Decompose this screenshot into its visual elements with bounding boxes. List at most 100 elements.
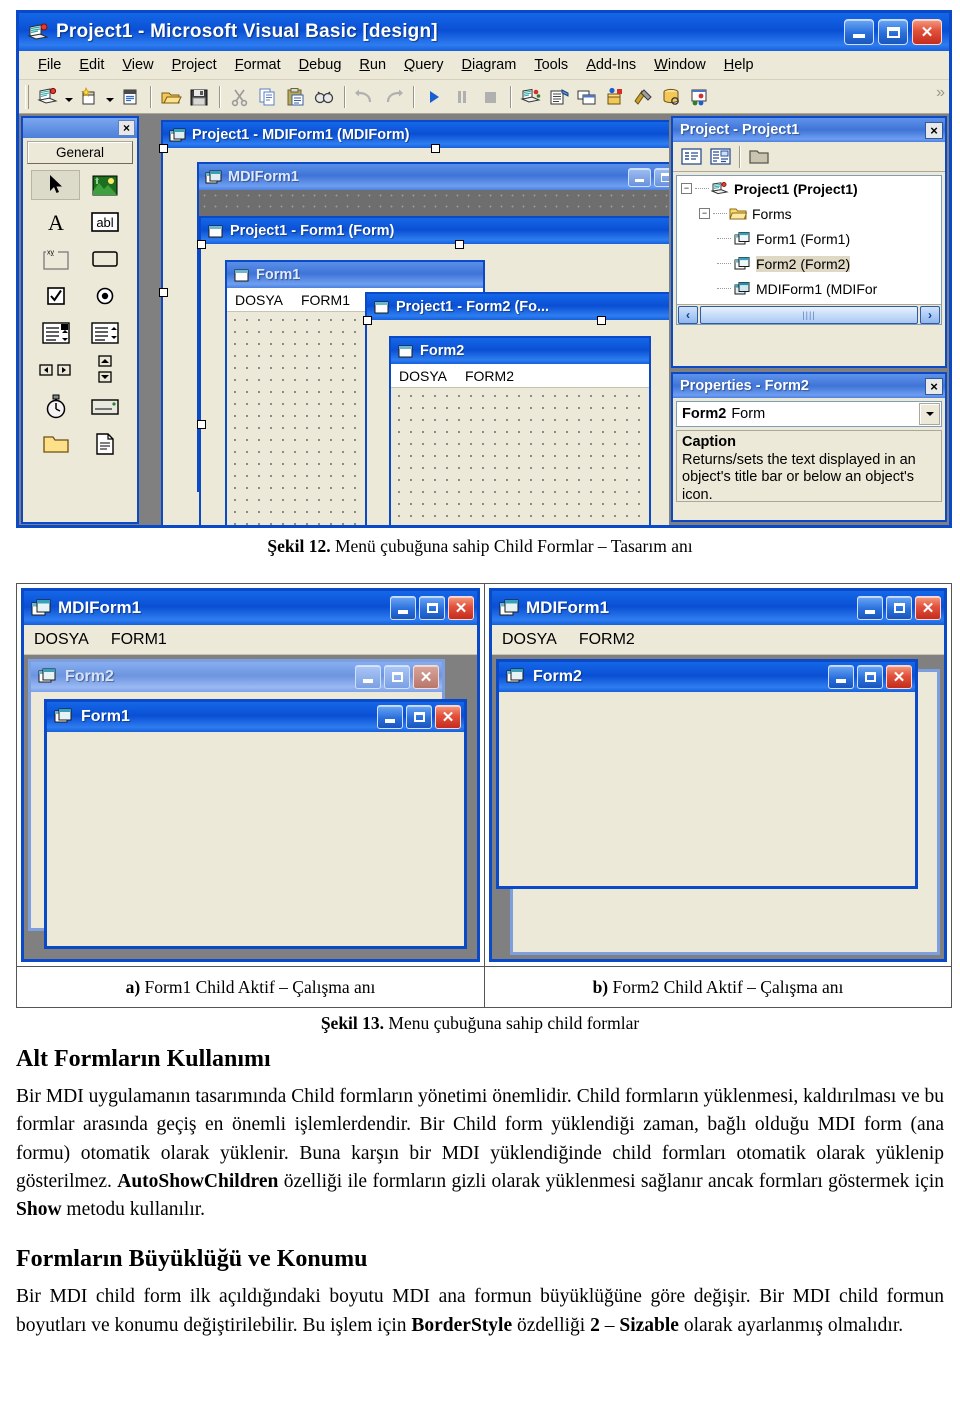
undo-icon[interactable]	[352, 84, 378, 110]
toolbox-icon[interactable]	[630, 84, 656, 110]
minimize-icon[interactable]	[857, 596, 883, 620]
vscrollbar-icon[interactable]	[80, 355, 129, 385]
close-icon[interactable]: ×	[925, 377, 943, 395]
toolbar-grip[interactable]	[25, 84, 29, 109]
combobox-icon[interactable]	[31, 318, 80, 348]
maximize-icon[interactable]	[886, 596, 912, 620]
form2-menu-item-form2[interactable]: FORM2	[465, 368, 514, 384]
minimize-icon[interactable]	[377, 705, 403, 729]
form-layout-icon[interactable]	[574, 84, 600, 110]
menu-item-window[interactable]: Window	[645, 57, 715, 73]
maximize-icon[interactable]	[878, 19, 908, 45]
menu-item-file[interactable]: File	[29, 57, 70, 73]
mdi-left-menu-item-dosya[interactable]: DOSYA	[34, 631, 89, 649]
view-object-icon[interactable]	[707, 145, 733, 169]
tree-item[interactable]: Form2 (Form2)	[677, 251, 941, 276]
object-selector-combo[interactable]: Form2 Form	[676, 401, 942, 427]
add-project-icon[interactable]	[35, 84, 61, 110]
mdi-right-menu-item-dosya[interactable]: DOSYA	[502, 631, 557, 649]
child-window-front-right[interactable]: Form2 ✕	[496, 659, 918, 889]
close-icon[interactable]: ✕	[435, 705, 461, 729]
minimize-icon[interactable]	[844, 19, 874, 45]
picturebox-icon[interactable]	[80, 170, 129, 200]
close-icon[interactable]: ✕	[915, 596, 941, 620]
form1-menu-item-form1[interactable]: FORM1	[301, 292, 350, 308]
filelistbox-icon[interactable]	[80, 429, 129, 459]
timer-icon[interactable]	[31, 392, 80, 422]
add-form-icon[interactable]	[76, 84, 102, 110]
add-project-dropdown-icon[interactable]	[63, 85, 74, 109]
close-icon[interactable]: ✕	[413, 665, 439, 689]
optionbutton-icon[interactable]	[80, 281, 129, 311]
maximize-icon[interactable]	[654, 167, 669, 187]
menu-item-project[interactable]: Project	[163, 57, 226, 73]
minimize-icon[interactable]	[390, 596, 416, 620]
menu-item-query[interactable]: Query	[395, 57, 453, 73]
hscrollbar-icon[interactable]	[31, 355, 80, 385]
menu-item-format[interactable]: Format	[226, 57, 290, 73]
scroll-right-button[interactable]: ›	[920, 305, 940, 324]
mdiform1-runtime-window-left[interactable]: MDIForm1 ✕ DOSYA FORM1 Form2 ✕ Form1 ✕	[21, 588, 480, 962]
object-browser-icon[interactable]	[602, 84, 628, 110]
label-icon[interactable]: A	[31, 207, 80, 237]
visual-component-manager-icon[interactable]	[686, 84, 712, 110]
copy-icon[interactable]	[255, 84, 281, 110]
menu-item-diagram[interactable]: Diagram	[453, 57, 526, 73]
form2-designer-window[interactable]: Project1 - Form2 (Fo... Form2 DOSYA FORM…	[363, 292, 669, 525]
toggle-folders-icon[interactable]	[746, 145, 772, 169]
close-icon[interactable]: ×	[925, 121, 943, 139]
close-icon[interactable]: ✕	[886, 665, 912, 689]
mdiform1-runtime-window-right[interactable]: MDIForm1 ✕ DOSYA FORM2 Form2 ✕	[489, 588, 947, 962]
minimize-icon[interactable]	[828, 665, 854, 689]
minimize-icon[interactable]	[355, 665, 381, 689]
menu-item-tools[interactable]: Tools	[525, 57, 577, 73]
tree-item[interactable]: − Project1 (Project1)	[677, 176, 941, 201]
toolbar-overflow-icon[interactable]: »	[936, 84, 945, 102]
data-view-icon[interactable]	[658, 84, 684, 110]
commandbutton-icon[interactable]	[80, 244, 129, 274]
tree-item[interactable]: Form1 (Form1)	[677, 226, 941, 251]
menu-item-view[interactable]: View	[113, 57, 162, 73]
end-icon[interactable]	[477, 84, 503, 110]
save-project-icon[interactable]	[186, 84, 212, 110]
project-tree-hscrollbar[interactable]: ‹ |||| ›	[677, 304, 941, 324]
form2-design-surface[interactable]	[391, 388, 649, 525]
dirlistbox-icon[interactable]	[31, 429, 80, 459]
menu-item-help[interactable]: Help	[715, 57, 763, 73]
tree-expander-icon[interactable]: −	[681, 183, 692, 194]
menu-item-run[interactable]: Run	[350, 57, 395, 73]
tree-expander-icon[interactable]: −	[699, 208, 710, 219]
maximize-icon[interactable]	[857, 665, 883, 689]
paste-icon[interactable]	[283, 84, 309, 110]
close-icon[interactable]: ✕	[448, 596, 474, 620]
textbox-icon[interactable]: abl	[80, 207, 129, 237]
mdi-left-menu-item-form1[interactable]: FORM1	[111, 631, 167, 649]
tree-item[interactable]: − Forms	[677, 201, 941, 226]
menu-editor-icon[interactable]	[117, 84, 143, 110]
form2-menu-item-dosya[interactable]: DOSYA	[399, 368, 447, 384]
chevron-down-icon[interactable]	[919, 403, 940, 425]
break-icon[interactable]	[449, 84, 475, 110]
frame-icon[interactable]: xyxy	[31, 244, 80, 274]
form2-preview-window[interactable]: Form2 DOSYA FORM2	[389, 336, 651, 525]
toolbox-tab-general[interactable]: General	[27, 141, 133, 164]
maximize-icon[interactable]	[384, 665, 410, 689]
open-project-icon[interactable]	[158, 84, 184, 110]
pointer-icon[interactable]	[31, 170, 80, 200]
close-icon[interactable]: ×	[118, 120, 135, 136]
properties-window-icon[interactable]	[546, 84, 572, 110]
view-code-icon[interactable]	[678, 145, 704, 169]
mdi-right-menu-item-form2[interactable]: FORM2	[579, 631, 635, 649]
close-icon[interactable]: ✕	[912, 19, 942, 45]
project-tree[interactable]: − Project1 (Project1) − Forms Form1 (Form1) F…	[676, 175, 942, 325]
find-icon[interactable]	[311, 84, 337, 110]
maximize-icon[interactable]	[406, 705, 432, 729]
add-form-dropdown-icon[interactable]	[104, 85, 115, 109]
child-window-front-left[interactable]: Form1 ✕	[44, 699, 467, 949]
tree-item[interactable]: MDIForm1 (MDIFor	[677, 276, 941, 301]
project-explorer-icon[interactable]	[518, 84, 544, 110]
drivelistbox-icon[interactable]	[80, 392, 129, 422]
listbox-icon[interactable]	[80, 318, 129, 348]
form1-menu-item-dosya[interactable]: DOSYA	[235, 292, 283, 308]
scroll-thumb[interactable]: ||||	[700, 305, 918, 324]
